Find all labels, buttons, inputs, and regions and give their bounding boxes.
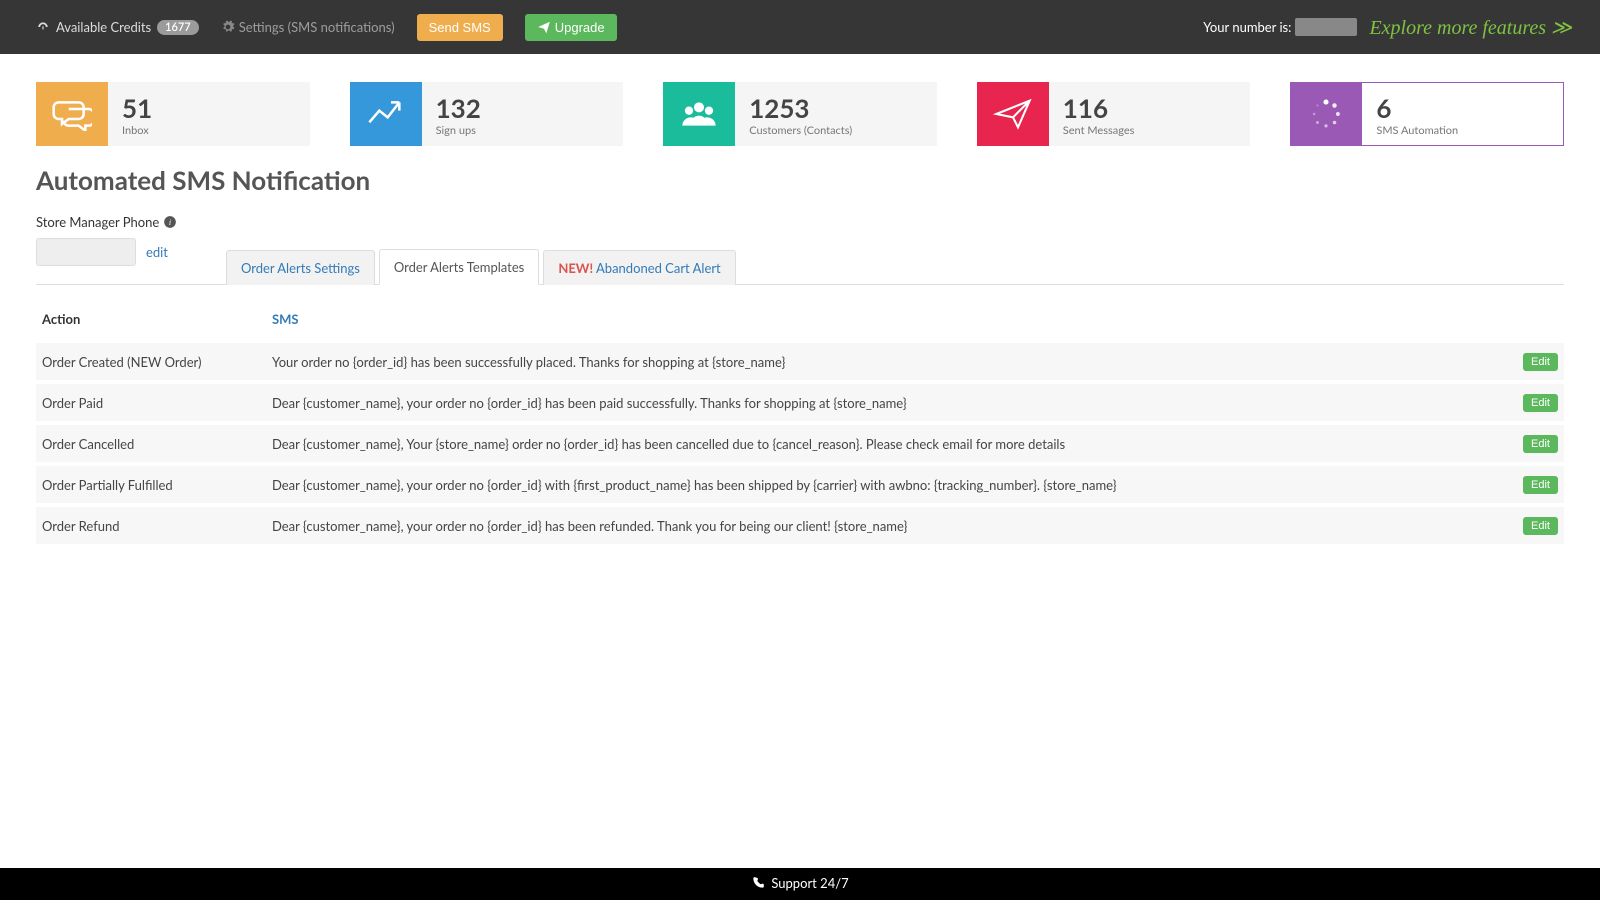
store-phone-row: edit	[36, 238, 168, 272]
dashboard-icon	[36, 20, 50, 34]
upgrade-label: Upgrade	[555, 20, 605, 35]
chart-icon	[350, 82, 422, 146]
stat-sent[interactable]: 116 Sent Messages	[977, 82, 1251, 146]
edit-button[interactable]: Edit	[1523, 394, 1558, 412]
stat-automation[interactable]: 6 SMS Automation	[1290, 82, 1564, 146]
upgrade-button[interactable]: Upgrade	[525, 14, 617, 41]
store-phone-input[interactable]	[36, 238, 136, 266]
stat-inbox[interactable]: 51 Inbox	[36, 82, 310, 146]
store-phone-text: Store Manager Phone	[36, 214, 159, 230]
phone-icon	[751, 876, 765, 890]
stat-label: Inbox	[122, 124, 296, 137]
send-icon	[977, 82, 1049, 146]
action-cell: Order Paid	[36, 382, 266, 423]
header-left: Available Credits 1677 Settings (SMS not…	[36, 14, 617, 41]
tabs-bar: Order Alerts Settings Order Alerts Templ…	[36, 248, 1564, 285]
chat-icon	[36, 82, 108, 146]
stat-value: 51	[122, 92, 296, 124]
plane-icon	[537, 20, 551, 34]
support-label: Support 24/7	[771, 875, 848, 891]
tab-order-alerts-templates[interactable]: Order Alerts Templates	[379, 249, 539, 285]
available-credits[interactable]: Available Credits 1677	[36, 19, 199, 35]
edit-button[interactable]: Edit	[1523, 435, 1558, 453]
header-right: Your number is: Explore more features ≫	[1203, 15, 1572, 40]
send-sms-button[interactable]: Send SMS	[417, 14, 503, 41]
stat-customers[interactable]: 1253 Customers (Contacts)	[663, 82, 937, 146]
stat-label: Sent Messages	[1063, 124, 1237, 137]
edit-cell: Edit	[1504, 505, 1564, 546]
table-row: Order CancelledDear {customer_name}, You…	[36, 423, 1564, 464]
edit-button[interactable]: Edit	[1523, 517, 1558, 535]
edit-phone-link[interactable]: edit	[146, 244, 168, 260]
stat-body: 116 Sent Messages	[1049, 82, 1251, 146]
stat-label: Sign ups	[436, 124, 610, 137]
explore-more-link[interactable]: Explore more features ≫	[1369, 15, 1572, 40]
credits-label: Available Credits	[56, 19, 151, 35]
stat-body: 51 Inbox	[108, 82, 310, 146]
sms-cell: Dear {customer_name}, your order no {ord…	[266, 505, 1504, 546]
action-cell: Order Created (NEW Order)	[36, 341, 266, 382]
stat-signups[interactable]: 132 Sign ups	[350, 82, 624, 146]
credits-badge: 1677	[157, 20, 199, 35]
page-title: Automated SMS Notification	[36, 164, 1564, 196]
edit-cell: Edit	[1504, 423, 1564, 464]
stat-value: 132	[436, 92, 610, 124]
stat-value: 116	[1063, 92, 1237, 124]
col-edit	[1504, 299, 1564, 341]
edit-cell: Edit	[1504, 341, 1564, 382]
store-phone-label: Store Manager Phone i	[36, 214, 1564, 230]
stat-value: 1253	[749, 92, 923, 124]
edit-button[interactable]: Edit	[1523, 353, 1558, 371]
stat-body: 6 SMS Automation	[1362, 82, 1564, 146]
sms-cell: Dear {customer_name}, your order no {ord…	[266, 464, 1504, 505]
header-bar: Available Credits 1677 Settings (SMS not…	[0, 0, 1600, 54]
stat-value: 6	[1376, 92, 1549, 124]
footer-bar[interactable]: Support 24/7	[0, 868, 1600, 900]
your-number: Your number is:	[1203, 18, 1357, 36]
col-sms[interactable]: SMS	[266, 299, 1504, 341]
edit-cell: Edit	[1504, 464, 1564, 505]
action-cell: Order Partially Fulfilled	[36, 464, 266, 505]
main-content: Automated SMS Notification Store Manager…	[0, 164, 1600, 578]
col-action: Action	[36, 299, 266, 341]
settings-link[interactable]: Settings (SMS notifications)	[221, 19, 395, 35]
new-tag: NEW!	[558, 260, 593, 276]
table-row: Order Created (NEW Order)Your order no {…	[36, 341, 1564, 382]
your-number-value	[1295, 18, 1357, 36]
your-number-label: Your number is:	[1203, 19, 1291, 35]
settings-label: Settings (SMS notifications)	[239, 19, 395, 35]
info-icon[interactable]: i	[163, 215, 177, 229]
tab-abandoned-cart[interactable]: NEW! Abandoned Cart Alert	[543, 250, 735, 285]
stat-label: SMS Automation	[1376, 124, 1549, 137]
stat-body: 1253 Customers (Contacts)	[735, 82, 937, 146]
table-row: Order PaidDear {customer_name}, your ord…	[36, 382, 1564, 423]
tab-order-alerts-settings[interactable]: Order Alerts Settings	[226, 250, 375, 285]
templates-table: Action SMS Order Created (NEW Order)Your…	[36, 299, 1564, 548]
action-cell: Order Cancelled	[36, 423, 266, 464]
users-icon	[663, 82, 735, 146]
edit-cell: Edit	[1504, 382, 1564, 423]
sms-cell: Dear {customer_name}, Your {store_name} …	[266, 423, 1504, 464]
abandoned-label: Abandoned Cart Alert	[596, 260, 721, 276]
stats-row: 51 Inbox 132 Sign ups 1253 Customers (Co…	[0, 54, 1600, 164]
spinner-icon	[1290, 82, 1362, 146]
sms-cell: Dear {customer_name}, your order no {ord…	[266, 382, 1504, 423]
stat-body: 132 Sign ups	[422, 82, 624, 146]
table-row: Order RefundDear {customer_name}, your o…	[36, 505, 1564, 546]
table-row: Order Partially FulfilledDear {customer_…	[36, 464, 1564, 505]
gear-icon	[221, 20, 235, 34]
sms-cell: Your order no {order_id} has been succes…	[266, 341, 1504, 382]
stat-label: Customers (Contacts)	[749, 124, 923, 137]
action-cell: Order Refund	[36, 505, 266, 546]
edit-button[interactable]: Edit	[1523, 476, 1558, 494]
